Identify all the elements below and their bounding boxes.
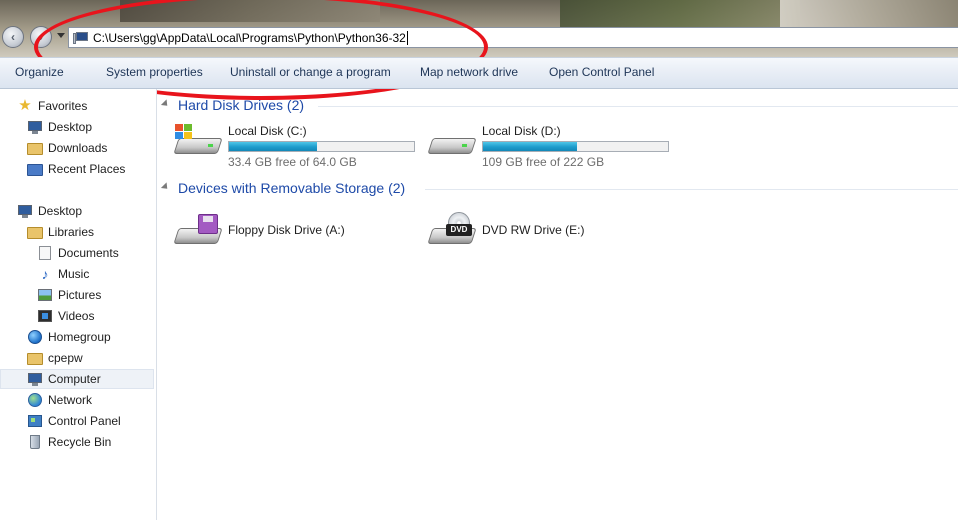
downloads-folder-icon	[27, 140, 43, 156]
address-input[interactable]: C:\Users\gg\AppData\Local\Programs\Pytho…	[93, 31, 406, 45]
floppy-disk-icon	[198, 214, 218, 234]
drive-d[interactable]: Local Disk (D:) 109 GB free of 222 GB	[427, 124, 688, 170]
forward-button[interactable]: ›	[30, 26, 52, 48]
sidebar-item-videos[interactable]: Videos	[37, 306, 94, 326]
capacity-fill	[483, 142, 578, 151]
organize-button[interactable]: Organize	[15, 65, 64, 79]
control-panel-icon	[27, 413, 43, 429]
back-button[interactable]: ‹	[2, 26, 24, 48]
address-bar[interactable]: C:\Users\gg\AppData\Local\Programs\Pytho…	[68, 27, 958, 48]
sidebar-item-label: Homegroup	[48, 330, 111, 344]
back-arrow-icon: ‹	[11, 30, 15, 44]
desktop-icon	[17, 203, 33, 219]
recent-pages-dropdown[interactable]	[57, 33, 65, 38]
sidebar-item-libraries[interactable]: Libraries	[27, 222, 94, 242]
sidebar-item-label: Recent Places	[48, 162, 126, 176]
uninstall-program-button[interactable]: Uninstall or change a program	[230, 65, 391, 79]
dvd-label: DVD	[446, 224, 472, 236]
drive-name: Local Disk (D:)	[482, 124, 561, 138]
drive-name: DVD RW Drive (E:)	[482, 223, 585, 237]
sidebar-item-favorites[interactable]: ★ Favorites	[17, 96, 87, 116]
computer-icon	[73, 31, 89, 45]
sidebar-item-label: cpepw	[48, 351, 83, 365]
star-icon: ★	[18, 97, 32, 114]
sidebar-item-downloads[interactable]: Downloads	[27, 138, 107, 158]
sidebar-item-desktop[interactable]: Desktop	[17, 201, 82, 221]
sidebar-item-documents[interactable]: Documents	[37, 243, 119, 263]
sidebar-item-pictures[interactable]: Pictures	[37, 285, 101, 305]
windows-logo-icon	[174, 124, 192, 140]
sidebar-item-label: Libraries	[48, 225, 95, 239]
sidebar-item-cpepw[interactable]: cpepw	[27, 348, 83, 368]
sidebar-item-label: Desktop	[48, 120, 93, 134]
user-folder-icon	[27, 350, 43, 366]
text-caret	[406, 30, 408, 45]
group-divider	[425, 189, 958, 190]
recycle-bin-icon	[27, 434, 43, 450]
sidebar-item-network[interactable]: Network	[27, 390, 92, 410]
drive-free-space: 33.4 GB free of 64.0 GB	[228, 155, 357, 169]
network-icon	[27, 392, 43, 408]
system-properties-button[interactable]: System properties	[106, 65, 203, 79]
sidebar-item-label: Music	[58, 267, 90, 281]
sidebar-item-label: Documents	[58, 246, 119, 260]
group-divider	[318, 106, 958, 107]
sidebar-item-label: Downloads	[48, 141, 108, 155]
sidebar-item-label: Pictures	[58, 288, 102, 302]
dvd-drive-icon: DVD	[427, 212, 477, 248]
drive-c[interactable]: Local Disk (C:) 33.4 GB free of 64.0 GB	[173, 124, 434, 170]
documents-icon	[37, 245, 53, 261]
pictures-icon	[37, 287, 53, 303]
sidebar-item-label: Computer	[48, 372, 101, 386]
drive-free-space: 109 GB free of 222 GB	[482, 155, 605, 169]
hard-drive-icon	[173, 124, 223, 158]
sidebar-item-label: Desktop	[38, 204, 83, 218]
sidebar-item-label: Favorites	[38, 99, 88, 113]
drive-e[interactable]: DVD DVD RW Drive (E:)	[427, 208, 648, 254]
forward-arrow-icon: ›	[39, 30, 43, 44]
videos-icon	[37, 308, 53, 324]
sidebar-item-label: Recycle Bin	[48, 435, 112, 449]
homegroup-icon	[27, 329, 43, 345]
capacity-bar	[228, 141, 415, 152]
sidebar-item-control-panel[interactable]: Control Panel	[27, 411, 121, 431]
sidebar-item-recent-places[interactable]: Recent Places	[27, 159, 125, 179]
drive-name: Floppy Disk Drive (A:)	[228, 223, 345, 237]
sidebar-item-homegroup[interactable]: Homegroup	[27, 327, 111, 347]
sidebar-item-label: Control Panel	[48, 414, 121, 428]
desktop-icon	[27, 119, 43, 135]
floppy-drive-icon	[173, 214, 223, 248]
sidebar-item-desktop-favorite[interactable]: Desktop	[27, 117, 92, 137]
computer-icon	[27, 371, 43, 387]
group-header-hard-disk[interactable]: Hard Disk Drives (2)	[178, 97, 304, 113]
sidebar-item-recycle-bin[interactable]: Recycle Bin	[27, 432, 111, 452]
libraries-icon	[27, 224, 43, 240]
collapse-arrow-icon[interactable]	[160, 99, 171, 109]
sidebar-item-computer[interactable]: Computer	[0, 369, 154, 389]
group-header-removable[interactable]: Devices with Removable Storage (2)	[178, 180, 405, 196]
music-note-icon: ♪	[41, 266, 49, 282]
sidebar-item-label: Network	[48, 393, 93, 407]
open-control-panel-button[interactable]: Open Control Panel	[549, 65, 654, 79]
capacity-bar	[482, 141, 669, 152]
hard-drive-icon	[427, 124, 477, 158]
collapse-arrow-icon[interactable]	[160, 182, 171, 192]
drive-name: Local Disk (C:)	[228, 124, 307, 138]
sidebar-item-label: Videos	[58, 309, 95, 323]
map-network-drive-button[interactable]: Map network drive	[420, 65, 518, 79]
command-bar: Organize System properties Uninstall or …	[0, 57, 958, 89]
drive-a[interactable]: Floppy Disk Drive (A:)	[173, 208, 394, 254]
recent-places-icon	[27, 161, 43, 177]
capacity-fill	[229, 142, 318, 151]
sidebar-item-music[interactable]: ♪ Music	[37, 264, 90, 284]
